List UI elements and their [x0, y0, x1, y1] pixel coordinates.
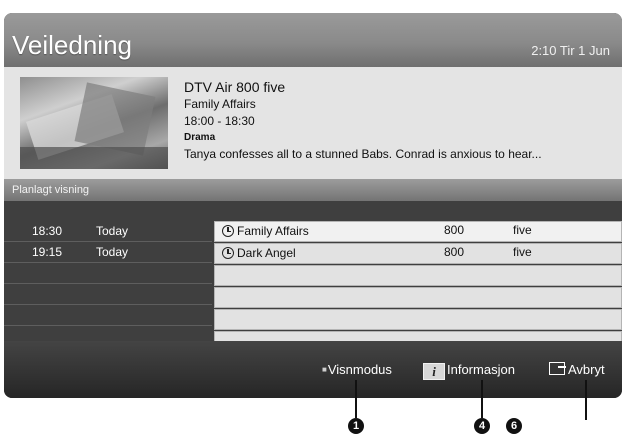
empty-row — [4, 263, 212, 284]
callout-line — [585, 380, 587, 420]
a-button-icon: ■ — [322, 365, 327, 374]
schedule-time-row[interactable]: 18:30 Today — [4, 221, 212, 242]
program-thumbnail — [20, 77, 168, 169]
callout-marker: 1 — [348, 418, 364, 434]
row-day: Today — [96, 245, 129, 259]
schedule-item[interactable]: Family Affairs 800 five — [214, 221, 622, 242]
channel-name: DTV Air 800 five — [184, 79, 286, 95]
datetime: 2:10 Tir 1 Jun — [531, 43, 610, 58]
item-channel: five — [513, 223, 532, 237]
callout-line — [355, 380, 357, 418]
exit-label: Avbryt — [568, 362, 605, 377]
schedule-list: 18:30 Today 19:15 Today Family Affairs 8… — [4, 201, 622, 352]
item-name: Dark Angel — [237, 246, 296, 260]
program-genre: Drama — [184, 132, 216, 143]
empty-row — [4, 305, 212, 326]
row-time: 19:15 — [32, 245, 63, 259]
empty-row — [214, 265, 622, 286]
empty-row — [4, 284, 212, 305]
view-mode-label: Visnmodus — [327, 362, 392, 377]
item-channel-number: 800 — [444, 223, 465, 237]
empty-row — [214, 287, 622, 308]
callout-marker: 6 — [506, 418, 522, 434]
exit-icon — [549, 362, 566, 375]
info-icon: i — [423, 363, 445, 380]
guide-screen: Veiledning 2:10 Tir 1 Jun DTV Air 800 fi… — [4, 13, 622, 398]
program-time: 18:00 - 18:30 — [184, 114, 255, 128]
callout-line — [481, 380, 483, 418]
schedule-header: Planlagt visning — [4, 179, 622, 201]
program-info-panel: DTV Air 800 five Family Affairs 18:00 - … — [4, 67, 622, 179]
clock-icon — [222, 247, 234, 259]
program-description: Tanya confesses all to a stunned Babs. C… — [184, 147, 542, 161]
row-day: Today — [96, 224, 129, 238]
item-name: Family Affairs — [237, 224, 309, 238]
row-time: 18:30 — [32, 224, 63, 238]
schedule-time-row[interactable]: 19:15 Today — [4, 242, 212, 263]
item-channel-number: 800 — [444, 245, 465, 259]
callout-marker: 4 — [474, 418, 490, 434]
clock-icon — [222, 225, 234, 237]
schedule-title: Planlagt visning — [12, 184, 90, 196]
info-button[interactable]: i Informasjon — [423, 362, 515, 380]
empty-row — [214, 309, 622, 330]
footer-bar: ■Visnmodus i Informasjon Avbryt — [4, 341, 622, 398]
program-name: Family Affairs — [184, 97, 256, 111]
page-title: Veiledning — [12, 30, 132, 60]
item-channel: five — [513, 245, 532, 259]
exit-button[interactable]: Avbryt — [549, 362, 605, 377]
header-bar: Veiledning 2:10 Tir 1 Jun — [4, 13, 622, 67]
info-label: Informasjon — [447, 362, 515, 377]
view-mode-button[interactable]: ■Visnmodus — [322, 362, 392, 377]
schedule-item[interactable]: Dark Angel 800 five — [214, 243, 622, 264]
